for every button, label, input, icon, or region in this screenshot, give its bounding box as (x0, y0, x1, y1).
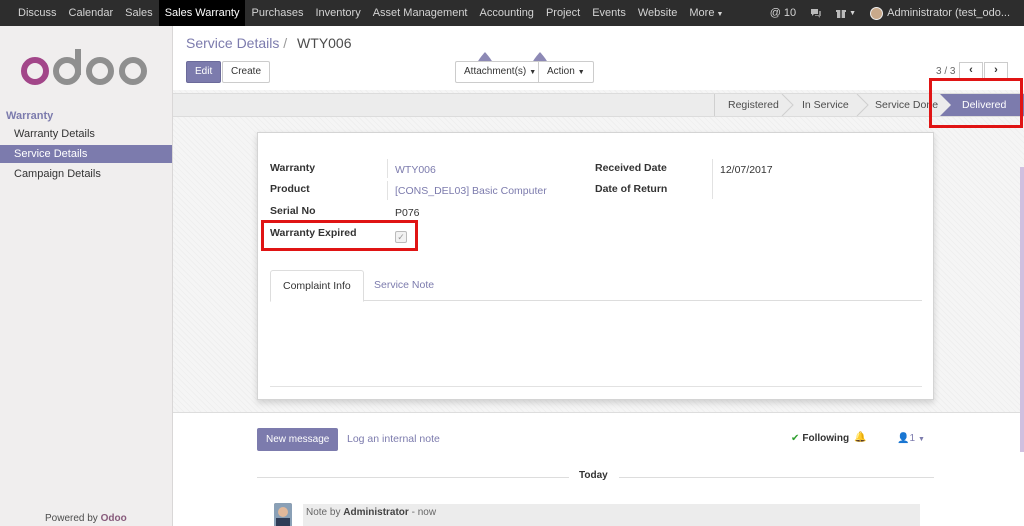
sidebar-item-service-details[interactable]: Service Details (0, 145, 172, 163)
stage-in-service[interactable]: In Service (802, 94, 849, 116)
today-separator: Today (579, 470, 608, 481)
odoo-logo (21, 49, 147, 85)
top-navbar: Discuss Calendar Sales Sales Warranty Pu… (0, 0, 1024, 26)
pager-value[interactable]: 3 / 3 (936, 66, 955, 77)
bell-icon[interactable]: 🔔 (854, 432, 866, 443)
messages-indicator[interactable]: @ 10 (770, 7, 796, 19)
message-time: - now (411, 507, 437, 518)
chevron-left-icon: ‹ (969, 64, 973, 76)
check-icon: ✔ (791, 433, 800, 444)
message-prefix: Note by (306, 507, 341, 518)
menu-accounting[interactable]: Accounting (474, 0, 540, 26)
user-menu[interactable]: Administrator (test_odo... (870, 6, 1010, 20)
menu-sales-warranty[interactable]: Sales Warranty (158, 0, 246, 26)
tab-complaint-info[interactable]: Complaint Info (270, 270, 364, 302)
menu-website[interactable]: Website (632, 0, 684, 26)
sidebar-item-warranty-details[interactable]: Warranty Details (0, 125, 172, 143)
tab-service-note[interactable]: Service Note (362, 270, 446, 301)
followers-count: 1 (909, 433, 916, 444)
user-name: Administrator (test_odo... (887, 7, 1010, 19)
product-label: Product (270, 183, 310, 195)
menu-more-label: More (689, 7, 715, 19)
menu-sales[interactable]: Sales (119, 0, 159, 26)
divider (270, 386, 922, 387)
breadcrumb-current: WTY006 (297, 35, 352, 51)
powered-by-label: Powered by (45, 513, 98, 524)
scrollbar[interactable] (1020, 167, 1024, 452)
menu-purchases[interactable]: Purchases (245, 0, 309, 26)
breadcrumb-parent[interactable]: Service Details (186, 35, 279, 51)
menu-calendar[interactable]: Calendar (63, 0, 120, 26)
new-message-button[interactable]: New message (257, 428, 339, 451)
attachments-dropdown[interactable]: Attachment(s) ▼ (455, 61, 546, 83)
chevron-right-icon: › (994, 64, 998, 76)
menu-discuss[interactable]: Discuss (12, 0, 63, 26)
menu-events[interactable]: Events (586, 0, 632, 26)
activity-icon[interactable]: ▼ (836, 8, 856, 19)
users-icon: 👤 (897, 433, 910, 444)
messages-count: 10 (783, 7, 797, 19)
notebook-tabs: Complaint Info Service Note (270, 270, 922, 302)
chatter: New message Log an internal note ✔ Follow… (173, 412, 1024, 526)
highlight-delivered-stage (929, 78, 1023, 128)
warranty-value[interactable]: WTY006 (395, 164, 436, 176)
form-sheet: Warranty WTY006 Product [CONS_DEL03] Bas… (257, 132, 934, 400)
following-label: Following (802, 433, 850, 444)
menu-inventory[interactable]: Inventory (309, 0, 366, 26)
product-value[interactable]: [CONS_DEL03] Basic Computer (395, 185, 547, 197)
message-header: Note by Administrator - now (306, 507, 436, 518)
attachments-label: Attachment(s) (464, 66, 527, 77)
caret-down-icon: ▼ (918, 436, 925, 443)
action-dropdown[interactable]: Action ▼ (538, 61, 594, 83)
received-date-value: 12/07/2017 (720, 164, 773, 176)
edit-button[interactable]: Edit (186, 61, 222, 83)
navbar-right: @ 10 ▼ Administrator (test_odo... (770, 0, 1024, 26)
user-avatar (870, 6, 884, 20)
sidebar: Warranty Warranty Details Service Detail… (0, 26, 173, 526)
form-view: Registered In Service Service Done Deliv… (173, 78, 1024, 526)
create-button[interactable]: Create (222, 61, 271, 83)
menu-asset-management[interactable]: Asset Management (367, 0, 474, 26)
caret-down-icon: ▼ (716, 11, 724, 18)
serial-no-value: P076 (395, 207, 420, 219)
caret-down-icon: ▼ (849, 9, 857, 17)
highlight-warranty-expired (261, 220, 418, 251)
message-author[interactable]: Administrator (343, 507, 409, 518)
log-note-link[interactable]: Log an internal note (347, 433, 440, 445)
following-button[interactable]: ✔ Following (791, 433, 849, 444)
sidebar-item-campaign-details[interactable]: Campaign Details (0, 165, 172, 183)
powered-by: Powered by Odoo (45, 513, 127, 524)
menu-more[interactable]: More ▼ (683, 0, 729, 26)
main-menu: Discuss Calendar Sales Sales Warranty Pu… (12, 0, 729, 26)
control-panel: Service Details / WTY006 Edit Create Att… (173, 26, 1024, 90)
powered-by-brand[interactable]: Odoo (101, 513, 127, 524)
warranty-label: Warranty (270, 162, 316, 174)
followers-button[interactable]: 👤1 ▼ (897, 433, 925, 444)
divider (619, 477, 934, 478)
received-date-label: Received Date (595, 162, 667, 174)
breadcrumb: Service Details / WTY006 (186, 35, 352, 51)
chat-icon[interactable] (810, 8, 822, 18)
sidebar-section-warranty: Warranty (6, 110, 54, 122)
breadcrumb-separator: / (283, 35, 288, 51)
menu-project[interactable]: Project (540, 0, 586, 26)
date-of-return-label: Date of Return (595, 183, 668, 195)
action-label: Action (547, 66, 575, 77)
caret-down-icon: ▼ (577, 69, 585, 76)
divider (257, 477, 569, 478)
message-author-avatar[interactable] (274, 503, 292, 526)
stage-registered[interactable]: Registered (728, 94, 779, 116)
serial-no-label: Serial No (270, 205, 316, 217)
status-bar: Registered In Service Service Done Deliv… (173, 93, 1024, 117)
at-icon: @ (769, 7, 781, 19)
caret-down-icon: ▼ (529, 69, 537, 76)
